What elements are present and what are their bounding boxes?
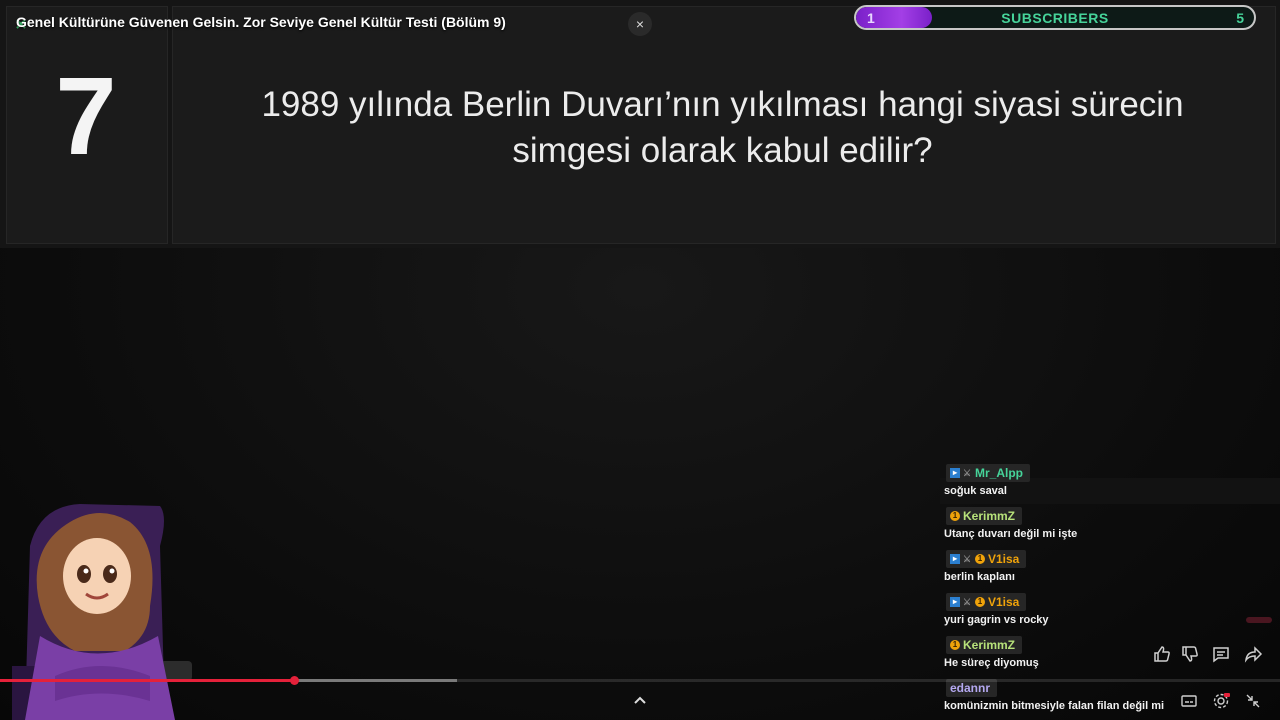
chat-username: edannr [950,681,991,695]
prime-icon: ▸ [950,554,960,564]
coin-icon: 1 [975,597,985,607]
chat-message: ▸ ⚔ 1 V1isa yuri gagrin vs rocky [940,591,1280,634]
question-panel: 7 1989 yılında Berlin Duvarı’nın yıkılma… [0,0,1280,248]
sword-icon: ⚔ [963,468,972,478]
chevron-up-icon[interactable] [632,693,648,709]
dislike-icon[interactable] [1180,644,1200,664]
sword-icon: ⚔ [963,554,972,564]
chat-user-tag: 1 KerimmZ [946,507,1023,525]
prime-icon: ▸ [950,468,960,478]
video-title[interactable]: Genel Kültürüne Güvenen Gelsin. Zor Sevi… [16,14,506,30]
chat-user-tag: ▸ ⚔ 1 V1isa [946,550,1027,568]
sword-icon: ⚔ [963,597,972,607]
chat-text: soğuk saval [944,485,1007,497]
chat-message: ▸ ⚔ Mr_Alpp soğuk saval [940,462,1280,505]
chat-text: Utanç duvarı değil mi işte [944,528,1078,540]
coin-icon: 1 [950,640,960,650]
chat-username: KerimmZ [963,509,1016,523]
video-progress-bar[interactable] [0,679,1280,682]
subscriber-goal-label: SUBSCRIBERS [1001,10,1109,26]
chat-username: V1isa [988,552,1020,566]
streamer-avatar [12,504,192,720]
chat-username: KerimmZ [963,638,1016,652]
subscriber-goal-target: 5 [1236,10,1244,26]
share-icon[interactable] [1243,644,1263,664]
question-number: 7 [55,55,117,178]
settings-icon[interactable] [1212,692,1232,712]
chat-text: yuri gagrin vs rocky [944,614,1049,626]
question-text: 1989 yılında Berlin Duvarı’nın yıkılması… [261,85,1184,170]
chat-username: Mr_Alpp [975,466,1023,480]
like-icon[interactable] [1152,644,1172,664]
exit-fullscreen-icon[interactable] [1244,692,1264,712]
chat-user-tag: ▸ ⚔ Mr_Alpp [946,464,1030,482]
chat-username: V1isa [988,595,1020,609]
chat-message: 1 KerimmZ Utanç duvarı değil mi işte [940,505,1280,548]
chat-text: komünizmin bitmesiyle falan filan değil … [944,700,1165,712]
subscriber-goal-bar: 1 SUBSCRIBERS 5 [854,5,1256,30]
comment-icon[interactable] [1211,644,1231,664]
chat-user-tag: 1 KerimmZ [946,636,1023,654]
live-indicator-pill [1246,617,1272,623]
chat-text: berlin kaplanı [944,571,1015,583]
chat-message: ▸ ⚔ 1 V1isa berlin kaplanı [940,548,1280,591]
close-button[interactable]: × [628,12,652,36]
chat-text: He süreç diyomuş [944,657,1039,669]
chat-user-tag: ▸ ⚔ 1 V1isa [946,593,1027,611]
coin-icon: 1 [950,511,960,521]
coin-icon: 1 [975,554,985,564]
progress-played [0,679,295,682]
captions-icon[interactable] [1180,692,1200,712]
prime-icon: ▸ [950,597,960,607]
